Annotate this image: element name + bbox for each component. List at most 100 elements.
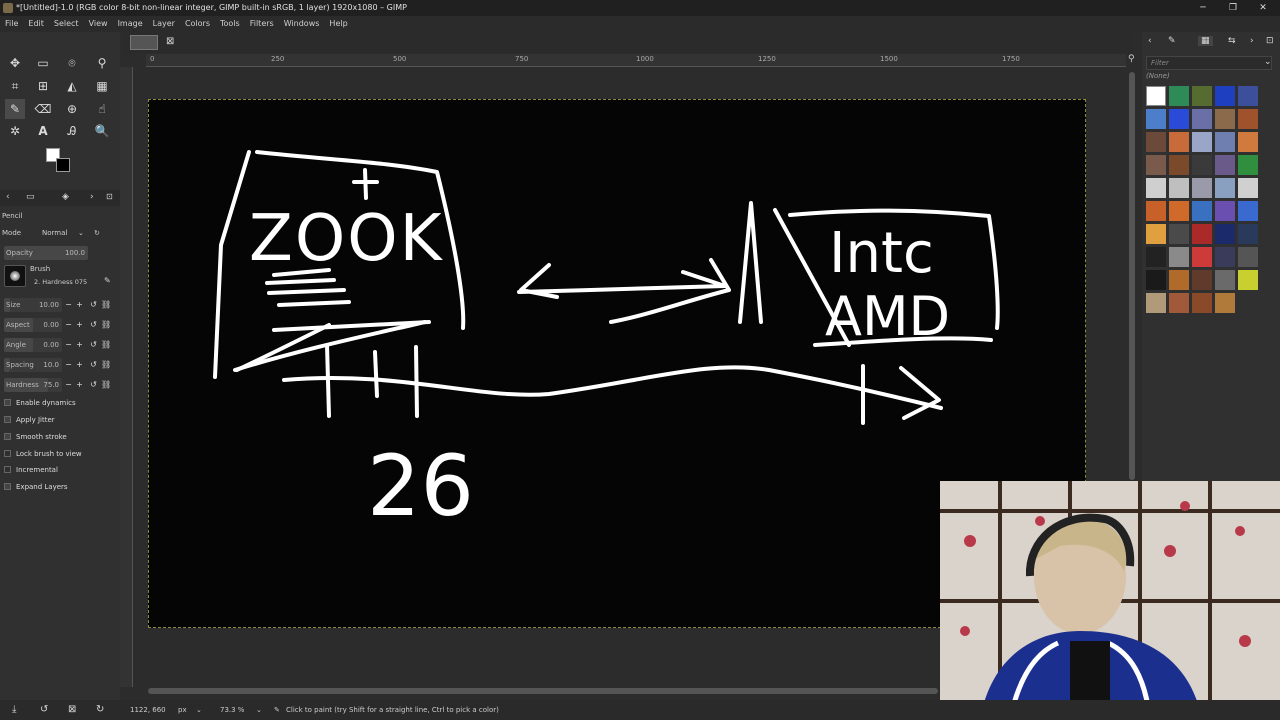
brushes-tab-icon[interactable]: ✎ bbox=[1168, 36, 1176, 46]
eraser-tool-icon[interactable]: ⌫ bbox=[33, 99, 53, 119]
apply-jitter-checkbox[interactable]: Apply Jitter bbox=[4, 413, 118, 427]
pattern-swatch[interactable] bbox=[1192, 109, 1212, 129]
pattern-swatch[interactable] bbox=[1169, 293, 1189, 313]
navigate-icon[interactable]: ⚲ bbox=[1128, 54, 1140, 67]
pattern-swatch[interactable] bbox=[1146, 178, 1166, 198]
menu-image[interactable]: Image bbox=[113, 16, 148, 32]
pattern-swatch[interactable] bbox=[1192, 293, 1212, 313]
tab-left-icon[interactable]: ‹ bbox=[1148, 36, 1152, 46]
pattern-swatch[interactable] bbox=[1192, 178, 1212, 198]
opacity-slider[interactable]: Opacity 100.0 bbox=[4, 246, 88, 260]
zoom-select[interactable]: 73.3 % bbox=[220, 700, 244, 720]
clone-tool-icon[interactable]: ⊕ bbox=[62, 99, 82, 119]
size-slider[interactable]: Size 10.00 bbox=[4, 298, 62, 312]
pattern-swatch[interactable] bbox=[1146, 201, 1166, 221]
spacing-increase-button[interactable]: + bbox=[75, 358, 84, 372]
minimize-button[interactable]: ─ bbox=[1188, 0, 1218, 16]
size-increase-button[interactable]: + bbox=[75, 298, 84, 312]
move-tool-icon[interactable]: ✥ bbox=[5, 53, 25, 73]
tab-right-icon[interactable]: › bbox=[1250, 36, 1254, 46]
save-options-icon[interactable]: ⤓ bbox=[12, 704, 16, 715]
close-button[interactable]: ✕ bbox=[1248, 0, 1278, 16]
reset-mode-icon[interactable]: ↻ bbox=[94, 225, 100, 242]
pattern-swatch[interactable] bbox=[1169, 178, 1189, 198]
menu-view[interactable]: View bbox=[84, 16, 113, 32]
aspect-reset-icon[interactable]: ↺ bbox=[89, 318, 98, 332]
pattern-swatch[interactable] bbox=[1192, 247, 1212, 267]
angle-slider[interactable]: Angle 0.00 bbox=[4, 338, 62, 352]
lock-brush-checkbox[interactable]: Lock brush to view bbox=[4, 447, 118, 461]
hardness-increase-button[interactable]: + bbox=[75, 378, 84, 392]
background-color-swatch[interactable] bbox=[56, 158, 70, 172]
menu-filters[interactable]: Filters bbox=[245, 16, 279, 32]
text-tool-icon[interactable]: A bbox=[33, 121, 53, 141]
smooth-stroke-checkbox[interactable]: Smooth stroke bbox=[4, 430, 118, 444]
pattern-swatch[interactable] bbox=[1146, 109, 1166, 129]
pattern-swatch[interactable] bbox=[1169, 86, 1189, 106]
device-status-tab-icon[interactable]: ◈ bbox=[62, 192, 69, 202]
smudge-tool-icon[interactable]: ☝ bbox=[92, 99, 112, 119]
menu-file[interactable]: File bbox=[0, 16, 23, 32]
expand-layers-checkbox[interactable]: Expand Layers bbox=[4, 480, 118, 494]
hardness-slider[interactable]: Hardness 75.0 bbox=[4, 378, 62, 392]
pattern-swatch[interactable] bbox=[1238, 270, 1258, 290]
crop-tool-icon[interactable]: ⌗ bbox=[5, 76, 25, 96]
pattern-filter-input[interactable]: Filter bbox=[1146, 56, 1272, 70]
pattern-swatch[interactable] bbox=[1238, 247, 1258, 267]
aspect-slider[interactable]: Aspect 0.00 bbox=[4, 318, 62, 332]
unit-select[interactable]: px bbox=[178, 700, 187, 720]
warp-tool-icon[interactable]: ◭ bbox=[62, 76, 82, 96]
tab-left-icon[interactable]: ‹ bbox=[6, 192, 10, 202]
pattern-swatch[interactable] bbox=[1215, 86, 1235, 106]
menu-tools[interactable]: Tools bbox=[215, 16, 245, 32]
pattern-swatch[interactable] bbox=[1146, 270, 1166, 290]
pattern-swatch[interactable] bbox=[1192, 201, 1212, 221]
fill-tool-icon[interactable]: ▦ bbox=[92, 76, 112, 96]
menu-colors[interactable]: Colors bbox=[180, 16, 215, 32]
pattern-swatch[interactable] bbox=[1192, 86, 1212, 106]
pattern-swatch[interactable] bbox=[1146, 155, 1166, 175]
pattern-swatch[interactable] bbox=[1169, 109, 1189, 129]
spacing-link-icon[interactable]: ⛓ bbox=[101, 358, 111, 372]
pattern-swatch[interactable] bbox=[1169, 270, 1189, 290]
pattern-swatch[interactable] bbox=[1146, 86, 1166, 106]
paths-tool-icon[interactable]: ✲ bbox=[5, 121, 25, 141]
pattern-swatch[interactable] bbox=[1192, 270, 1212, 290]
image-thumbnail-tab[interactable] bbox=[130, 35, 158, 50]
transform-tool-icon[interactable]: ⊞ bbox=[33, 76, 53, 96]
spacing-slider[interactable]: Spacing 10.0 bbox=[4, 358, 62, 372]
menu-layer[interactable]: Layer bbox=[148, 16, 180, 32]
size-link-icon[interactable]: ⛓ bbox=[101, 298, 111, 312]
hardness-reset-icon[interactable]: ↺ bbox=[89, 378, 98, 392]
close-tab-icon[interactable]: ⊠ bbox=[166, 36, 174, 47]
pattern-swatch[interactable] bbox=[1238, 155, 1258, 175]
pattern-swatch[interactable] bbox=[1192, 224, 1212, 244]
pattern-swatch[interactable] bbox=[1238, 132, 1258, 152]
menu-select[interactable]: Select bbox=[49, 16, 84, 32]
tab-right-icon[interactable]: › bbox=[90, 192, 94, 202]
aspect-link-icon[interactable]: ⛓ bbox=[101, 318, 111, 332]
pattern-swatch[interactable] bbox=[1215, 224, 1235, 244]
fonts-tab-icon[interactable]: ⇆ bbox=[1228, 36, 1236, 46]
angle-increase-button[interactable]: + bbox=[75, 338, 84, 352]
menu-help[interactable]: Help bbox=[324, 16, 352, 32]
dock-menu-icon[interactable]: ⊡ bbox=[106, 192, 113, 201]
enable-dynamics-checkbox[interactable]: Enable dynamics bbox=[4, 396, 118, 410]
pattern-swatch[interactable] bbox=[1215, 109, 1235, 129]
vertical-scrollbar[interactable] bbox=[1129, 72, 1135, 480]
pattern-swatch[interactable] bbox=[1192, 155, 1212, 175]
free-select-tool-icon[interactable]: ⌾ bbox=[62, 53, 82, 73]
reset-options-icon[interactable]: ↻ bbox=[96, 704, 104, 715]
pattern-swatch[interactable] bbox=[1146, 132, 1166, 152]
pattern-swatch[interactable] bbox=[1146, 224, 1166, 244]
maximize-button[interactable]: ❐ bbox=[1218, 0, 1248, 16]
pattern-swatch[interactable] bbox=[1238, 178, 1258, 198]
pattern-swatch[interactable] bbox=[1146, 293, 1166, 313]
hardness-decrease-button[interactable]: − bbox=[64, 378, 73, 392]
chevron-down-icon[interactable]: ⌄ bbox=[1264, 57, 1272, 67]
size-reset-icon[interactable]: ↺ bbox=[89, 298, 98, 312]
angle-link-icon[interactable]: ⛓ bbox=[101, 338, 111, 352]
pattern-swatch[interactable] bbox=[1238, 201, 1258, 221]
pattern-swatch[interactable] bbox=[1215, 201, 1235, 221]
size-decrease-button[interactable]: − bbox=[64, 298, 73, 312]
